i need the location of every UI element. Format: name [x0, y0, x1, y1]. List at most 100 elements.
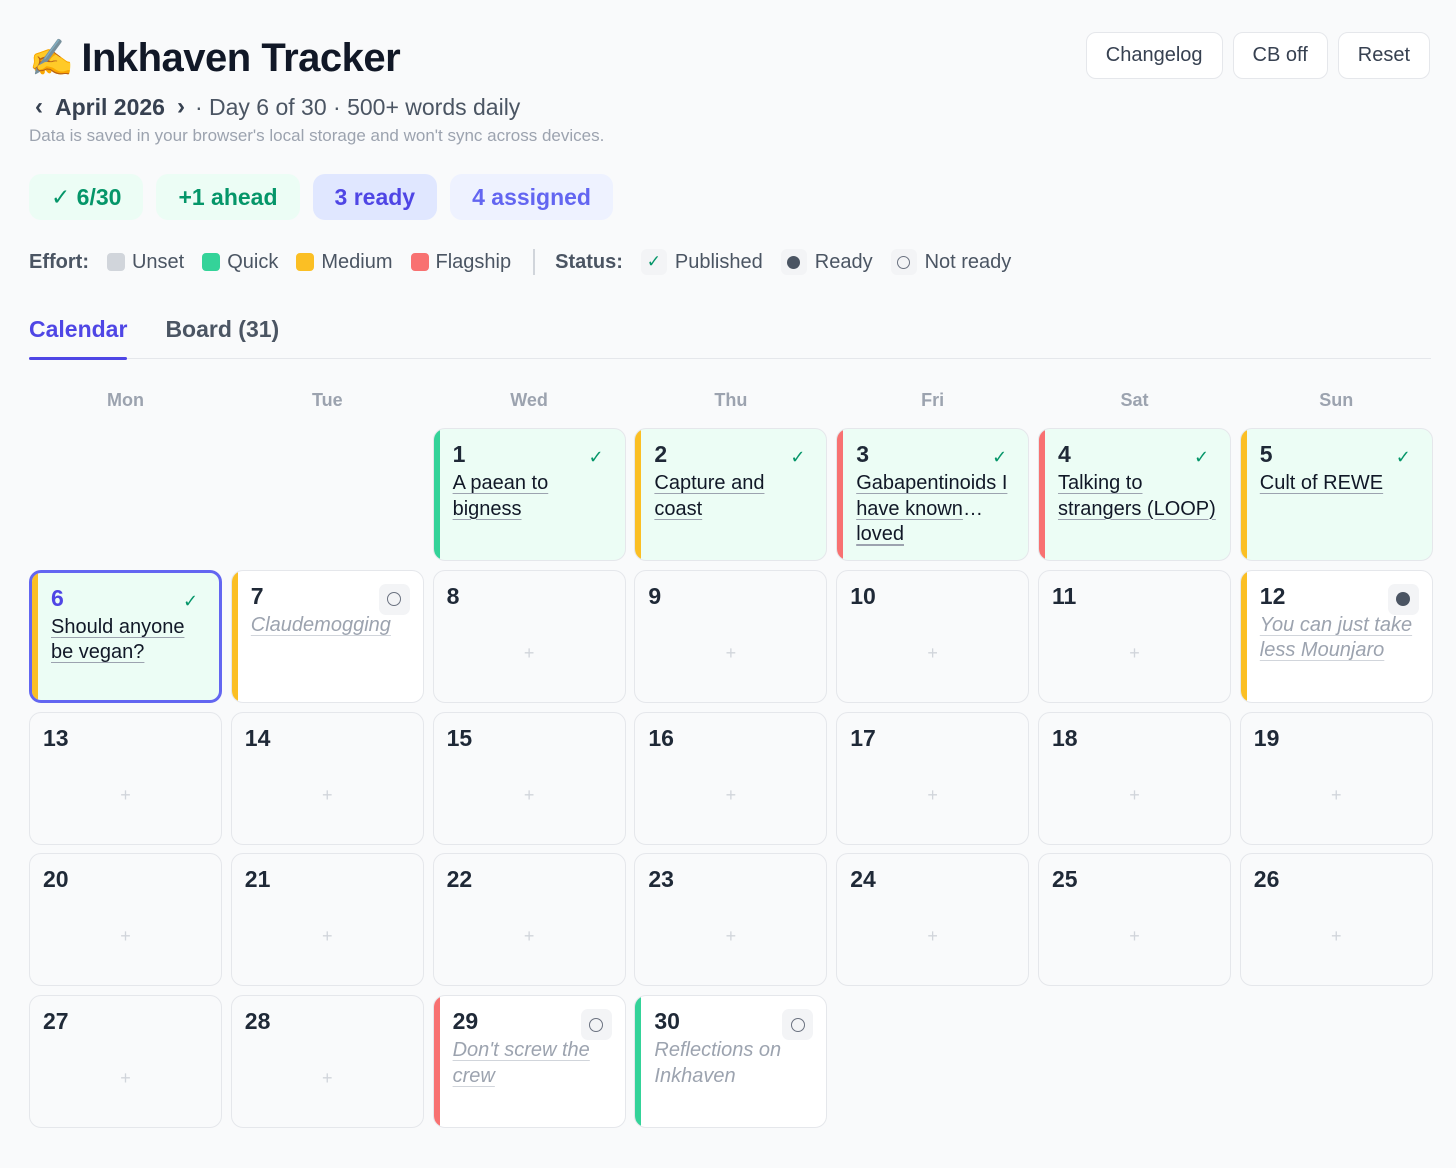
calendar-day-18[interactable]: 18 + [1037, 711, 1231, 845]
post-title-text: Reflections on Inkhaven [654, 1039, 782, 1087]
calendar-day-9[interactable]: 9 + [634, 569, 828, 703]
check-icon[interactable]: ✓ [782, 442, 813, 473]
empty-circle-icon[interactable] [782, 1009, 814, 1041]
add-post-icon[interactable]: + [1241, 785, 1432, 806]
calendar-day-17[interactable]: 17 + [836, 711, 1030, 845]
add-post-icon[interactable]: + [434, 926, 625, 947]
weekday-fri: Fri [921, 390, 945, 410]
calendar-day-30[interactable]: 30 Reflections on Inkhaven [634, 995, 828, 1129]
add-post-icon[interactable]: + [837, 785, 1028, 806]
empty-circle-icon[interactable] [580, 1009, 612, 1041]
post-title-link[interactable]: Claudemogging [251, 613, 413, 639]
check-icon[interactable]: ✓ [984, 442, 1015, 473]
add-post-icon[interactable]: + [635, 785, 826, 806]
calendar-day-8[interactable]: 8 + [432, 569, 626, 703]
effort-bar-medium [635, 429, 642, 560]
add-post-icon[interactable]: + [635, 643, 826, 664]
app-title: ✍️ Inkhaven Tracker [29, 34, 604, 82]
calendar-day-29[interactable]: 29 Don't screw the crew [432, 995, 626, 1129]
calendar-day-6[interactable]: 6 Should anyone be vegan? ✓ [29, 569, 222, 703]
post-title-link[interactable]: A paean to bigness [453, 471, 615, 522]
weekday-sat: Sat [1120, 390, 1149, 410]
reset-button[interactable]: Reset [1337, 32, 1430, 79]
post-title-link[interactable]: Reflections on Inkhaven [654, 1038, 816, 1089]
calendar-day-13[interactable]: 13 + [29, 711, 222, 845]
add-post-icon[interactable]: + [837, 643, 1028, 664]
tab-board[interactable]: Board (31) [165, 306, 279, 358]
calendar-day-28[interactable]: 28 + [230, 995, 424, 1129]
add-post-icon[interactable]: + [30, 1068, 221, 1089]
day-number: 15 [446, 724, 473, 751]
ready-badge[interactable]: 3 ready [312, 174, 438, 220]
effort-bar-quick [635, 996, 642, 1128]
calendar-day-22[interactable]: 22 + [432, 853, 626, 987]
post-title-link[interactable]: Cult of REWE [1260, 471, 1422, 497]
post-title-link[interactable]: Capture and coast [654, 471, 816, 522]
month-nav: ‹ April 2026 › · Day 6 of 30 · 500+ word… [29, 92, 604, 122]
calendar-day-3[interactable]: 3 Gabapentinoids I have known and… loved ✓ [836, 428, 1030, 561]
add-post-icon[interactable]: + [30, 785, 221, 806]
calendar-day-19[interactable]: 19 + [1239, 711, 1433, 845]
add-post-icon[interactable]: + [1241, 926, 1432, 947]
add-post-icon[interactable]: + [1039, 926, 1230, 947]
assigned-badge[interactable]: 4 assigned [450, 174, 613, 220]
check-icon[interactable]: ✓ [1186, 442, 1217, 473]
calendar-day-1[interactable]: 1 A paean to bigness ✓ [432, 428, 626, 561]
prev-month-button[interactable]: ‹ [29, 93, 49, 121]
next-month-button[interactable]: › [171, 93, 191, 121]
check-icon[interactable]: ✓ [1388, 442, 1419, 473]
check-icon[interactable]: ✓ [581, 442, 612, 473]
calendar-day-10[interactable]: 10 + [836, 569, 1030, 703]
calendar-day-15[interactable]: 15 + [432, 711, 626, 845]
post-title-link[interactable]: Talking to strangers (LOOP) [1058, 471, 1220, 522]
day-number: 13 [43, 724, 69, 751]
calendar-day-27[interactable]: 27 + [29, 995, 222, 1129]
tab-calendar[interactable]: Calendar [29, 306, 128, 360]
calendar-day-25[interactable]: 25 + [1037, 853, 1231, 987]
effort-bar-flagship [433, 996, 440, 1128]
calendar-day-21[interactable]: 21 + [230, 853, 424, 987]
calendar-day-7[interactable]: 7 Claudemogging [230, 569, 424, 703]
calendar-day-24[interactable]: 24 + [836, 853, 1030, 987]
status-not-ready-label: Not ready [924, 250, 1012, 273]
calendar-day-2[interactable]: 2 Capture and coast ✓ [634, 428, 828, 561]
add-post-icon[interactable]: + [232, 1068, 423, 1089]
post-title-text: You can just take less Mounjaro [1259, 613, 1413, 662]
calendar-day-23[interactable]: 23 + [634, 853, 828, 987]
day-number: 10 [850, 582, 876, 609]
day-number: 1 [452, 441, 466, 467]
calendar-day-16[interactable]: 16 + [634, 711, 828, 845]
cb-toggle-button[interactable]: CB off [1232, 32, 1328, 79]
calendar-day-4[interactable]: 4 Talking to strangers (LOOP) ✓ [1037, 428, 1231, 561]
calendar-day-20[interactable]: 20 + [29, 853, 222, 987]
calendar-day-14[interactable]: 14 + [230, 711, 424, 845]
empty-circle-icon[interactable] [378, 583, 410, 615]
add-post-icon[interactable]: + [434, 785, 625, 806]
day-number: 25 [1051, 866, 1078, 893]
add-post-icon[interactable]: + [1039, 643, 1230, 664]
post-title-link[interactable]: Gabapentinoids I have known and… [856, 471, 1018, 522]
check-icon[interactable]: ✓ [175, 586, 206, 617]
calendar-day-5[interactable]: 5 Cult of REWE ✓ [1239, 428, 1433, 561]
add-post-icon[interactable]: + [837, 926, 1028, 947]
effort-quick: Quick [202, 251, 278, 274]
post-title-link[interactable]: Should anyone be vegan? [51, 615, 209, 666]
add-post-icon[interactable]: + [434, 643, 625, 664]
changelog-button[interactable]: Changelog [1085, 32, 1223, 79]
month-label: April 2026 [55, 93, 165, 120]
add-post-icon[interactable]: + [232, 926, 423, 947]
effort-quick-label: Quick [227, 250, 279, 273]
post-title-link[interactable]: You can just take less Mounjaro [1260, 613, 1422, 664]
add-post-icon[interactable]: + [1039, 785, 1230, 806]
effort-bar-medium [1240, 429, 1247, 560]
calendar-day-26[interactable]: 26 + [1239, 853, 1433, 987]
empty-circle [589, 1017, 604, 1032]
calendar-day-11[interactable]: 11 + [1037, 569, 1231, 703]
add-post-icon[interactable]: + [232, 785, 423, 806]
post-title-text: A paean to bigness [452, 472, 549, 520]
post-title-link[interactable]: Don't screw the crew [453, 1038, 615, 1089]
add-post-icon[interactable]: + [30, 926, 221, 947]
calendar-day-12[interactable]: 12 You can just take less Mounjaro [1239, 569, 1433, 703]
filled-dot-icon[interactable] [1387, 583, 1419, 615]
add-post-icon[interactable]: + [635, 926, 826, 947]
